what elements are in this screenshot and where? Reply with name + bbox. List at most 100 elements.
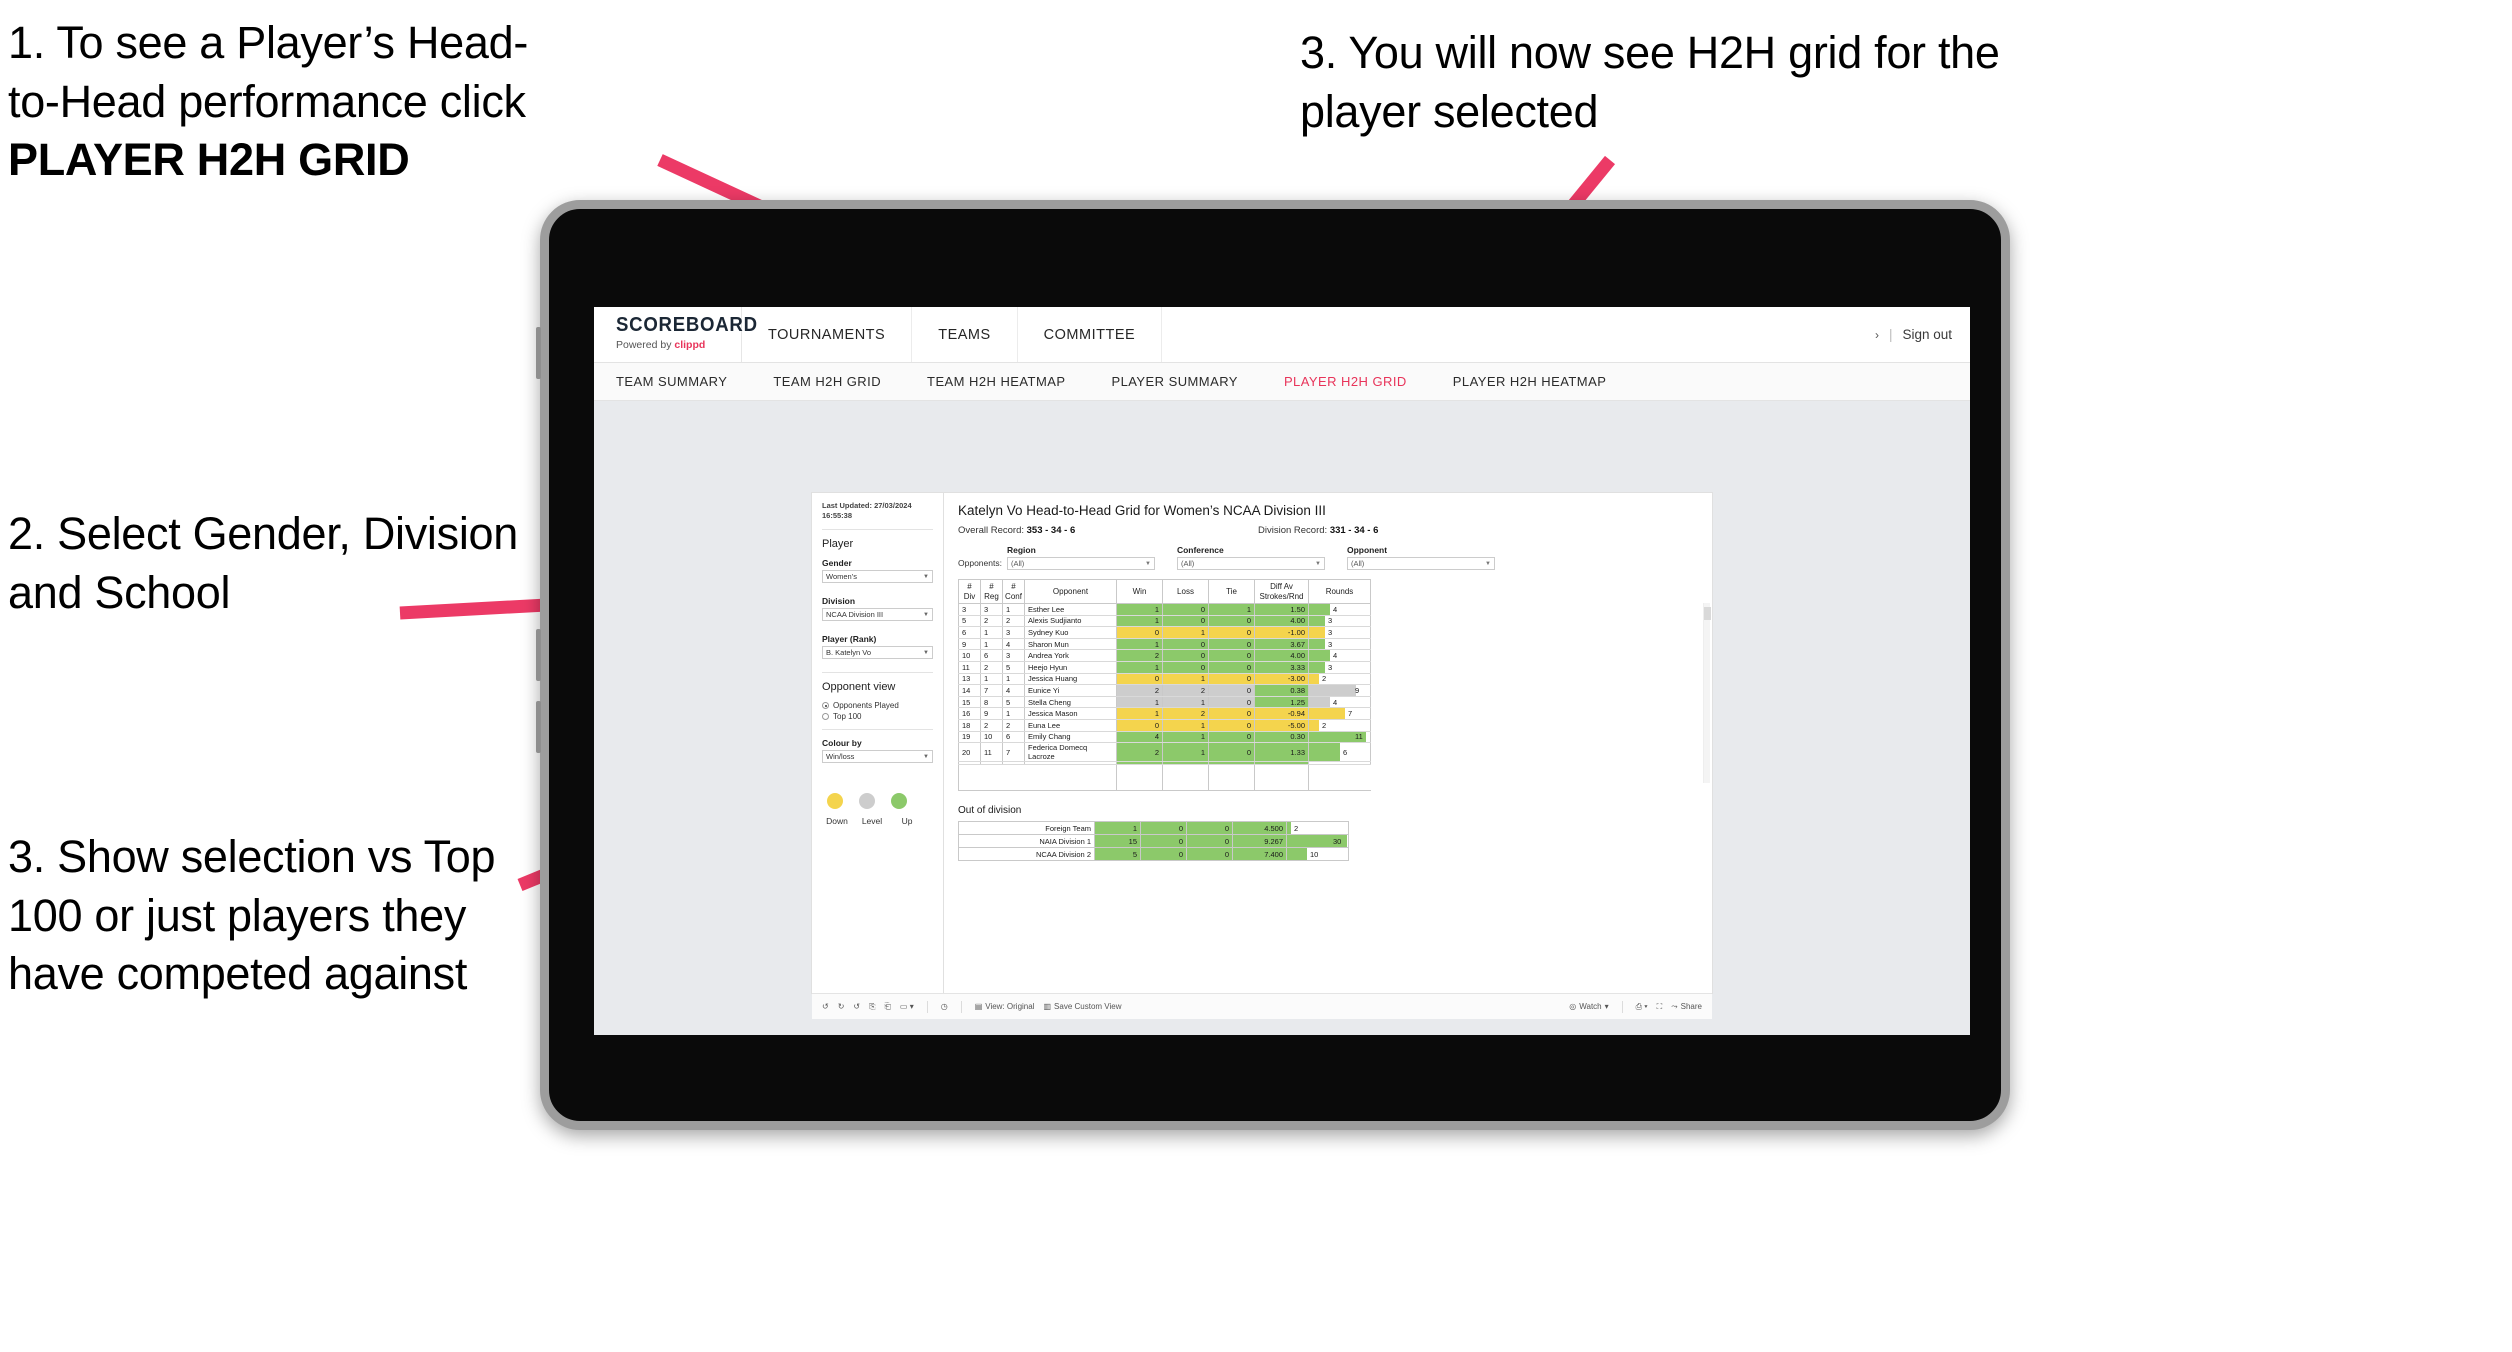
cell-tie: 0 (1186, 834, 1233, 849)
col-loss[interactable]: Loss (1162, 579, 1209, 604)
col-win[interactable]: Win (1116, 579, 1163, 604)
app-header: SCOREBOARD Powered by clippd TOURNAMENTS… (594, 307, 1970, 363)
out-of-division-row[interactable]: Foreign Team 1 0 0 4.500 2 (958, 821, 1349, 836)
scoreboard-logo[interactable]: SCOREBOARD Powered by clippd (594, 307, 757, 362)
topnav-item-teams[interactable]: TEAMS (912, 307, 1018, 362)
table-row[interactable]: 14 7 4 Eunice Yi 2 2 0 0.38 9 (958, 684, 1371, 697)
subnav-item-team-summary[interactable]: TEAM SUMMARY (616, 374, 727, 389)
col-tie[interactable]: Tie (1208, 579, 1255, 604)
division-select[interactable]: NCAA Division III ▼ (822, 608, 933, 622)
cell-loss: 0 (1140, 847, 1187, 862)
opponent-select[interactable]: (All) ▼ (1346, 557, 1495, 570)
cell-rounds: 4 (1308, 649, 1371, 662)
table-row[interactable]: 15 8 5 Stella Cheng 1 1 0 1.25 4 (958, 696, 1371, 709)
col-rounds[interactable]: Rounds (1308, 579, 1371, 604)
topnav-item-committee[interactable]: COMMITTEE (1018, 307, 1163, 362)
subnav-item-team-h2h-grid[interactable]: TEAM H2H GRID (773, 374, 881, 389)
cell-opponent: Federica Domecq Lacroze (1024, 742, 1117, 763)
chevron-right-icon[interactable]: › (1875, 328, 1879, 342)
filler-rounds (1308, 764, 1371, 792)
topnav-item-tournaments[interactable]: TOURNAMENTS (742, 307, 913, 362)
table-scrollbar[interactable] (1703, 603, 1711, 783)
cell-tie: 0 (1208, 684, 1255, 697)
table-row[interactable]: 18 2 2 Euna Lee 0 1 0 -5.00 2 (958, 719, 1371, 732)
table-row[interactable]: 10 6 3 Andrea York 2 0 0 4.00 4 (958, 649, 1371, 662)
division-record: Division Record: 331 - 34 - 6 (1258, 525, 1378, 536)
cell-win: 2 (1116, 684, 1163, 697)
radio-top-100[interactable]: Top 100 (822, 712, 933, 721)
cell-rounds: 10 (1286, 847, 1349, 862)
subnav-item-player-h2h-grid[interactable]: PLAYER H2H GRID (1284, 374, 1407, 389)
radio-icon-selected (822, 702, 829, 710)
device-layout-icon[interactable]: ▭ ▾ (900, 1002, 914, 1011)
view-original-button[interactable]: ▤ View: Original (975, 1002, 1035, 1011)
opponents-label: Opponents: (958, 558, 1002, 568)
col-conf[interactable]: # Conf (1002, 579, 1025, 604)
refresh-icon[interactable]: ⎘ (869, 1002, 875, 1012)
cell-tie: 0 (1208, 661, 1255, 674)
table-row[interactable]: 9 1 4 Sharon Mun 1 0 0 3.67 3 (958, 638, 1371, 651)
cell-conf: 4 (1002, 684, 1025, 697)
region-select[interactable]: (All) ▼ (1006, 557, 1155, 570)
opponent-view-heading: Opponent view (822, 681, 896, 694)
table-row[interactable]: 20 11 7 Federica Domecq Lacroze 2 1 0 1.33 6 (958, 742, 1371, 763)
gender-select[interactable]: Women’s ▼ (822, 570, 933, 584)
watch-button[interactable]: ◎ Watch ▾ (1569, 1002, 1608, 1011)
cell-diff: 1.50 (1254, 603, 1309, 616)
cell-tie: 0 (1208, 638, 1255, 651)
col-diff[interactable]: Diff Av Strokes/Rnd (1254, 579, 1309, 604)
region-label: Region (1006, 545, 1036, 555)
cell-win: 1 (1116, 661, 1163, 674)
share-label: Share (1680, 1002, 1702, 1011)
cell-loss: 0 (1162, 638, 1209, 651)
subnav-item-player-h2h-heatmap[interactable]: PLAYER H2H HEATMAP (1453, 374, 1607, 389)
cell-tie: 0 (1208, 626, 1255, 639)
table-row[interactable]: 5 2 2 Alexis Sudjianto 1 0 0 4.00 3 (958, 615, 1371, 628)
scrollbar-thumb[interactable] (1704, 607, 1711, 620)
download-icon[interactable]: ⎙ ▾ (1636, 1002, 1648, 1012)
table-row[interactable]: 3 3 1 Esther Lee 1 0 1 1.50 4 (958, 603, 1371, 616)
out-of-division-body: Foreign Team 1 0 0 4.500 2 NAIA Division 1 15 0 0… (958, 821, 1349, 862)
out-of-division-row[interactable]: NCAA Division 2 5 0 0 7.400 10 (958, 847, 1349, 862)
cell-diff: -3.00 (1254, 673, 1309, 686)
filler-win (1116, 764, 1163, 792)
col-reg[interactable]: # Reg (980, 579, 1003, 604)
table-row[interactable]: 11 2 5 Heejo Hyun 1 0 0 3.33 3 (958, 661, 1371, 674)
table-row[interactable]: 19 10 6 Emily Chang 4 1 0 0.30 11 (958, 731, 1371, 744)
table-row[interactable]: 13 1 1 Jessica Huang 0 1 0 -3.00 2 (958, 673, 1371, 686)
save-custom-view-button[interactable]: ▥ Save Custom View (1043, 1002, 1121, 1011)
conference-select[interactable]: (All) ▼ (1176, 557, 1325, 570)
subnav-item-team-h2h-heatmap[interactable]: TEAM H2H HEATMAP (927, 374, 1065, 389)
history-icon[interactable]: ◷ (941, 1002, 948, 1011)
cell-opponent: Esther Lee (1024, 603, 1117, 616)
col-opponent[interactable]: Opponent (1024, 579, 1117, 604)
undo-icon[interactable]: ↺ (822, 1002, 829, 1011)
cell-diff: 9.267 (1232, 834, 1287, 849)
cell-win: 1 (1116, 638, 1163, 651)
sign-out-link[interactable]: Sign out (1902, 327, 1952, 342)
chevron-down-icon: ▼ (1145, 560, 1151, 567)
cell-diff: 4.00 (1254, 615, 1309, 628)
divider (960, 1000, 962, 1013)
out-of-division-row[interactable]: NAIA Division 1 15 0 0 9.267 30 (958, 834, 1349, 849)
col-div[interactable]: # Div (958, 579, 981, 604)
table-row[interactable]: 6 1 3 Sydney Kuo 0 1 0 -1.00 3 (958, 626, 1371, 639)
subnav-item-player-summary[interactable]: PLAYER SUMMARY (1111, 374, 1237, 389)
cell-opponent: Stella Cheng (1024, 696, 1117, 709)
share-button[interactable]: ⤳ Share (1671, 1002, 1702, 1012)
cell-loss: 0 (1140, 821, 1187, 836)
division-record-label: Division Record: (1258, 525, 1328, 536)
colour-by-select[interactable]: Win/loss ▼ (822, 750, 933, 764)
fullscreen-icon[interactable]: ⛶ (1657, 1002, 1663, 1012)
player-rank-select[interactable]: B. Katelyn Vo ▼ (822, 646, 933, 660)
pause-icon[interactable]: ⎗ (885, 1002, 891, 1012)
revert-icon[interactable]: ↺ (853, 1002, 860, 1011)
table-row[interactable]: 16 9 1 Jessica Mason 1 2 0 -0.94 7 (958, 707, 1371, 720)
division-label: Division (822, 596, 856, 607)
cell-reg: 7 (980, 684, 1003, 697)
cell-opponent: Jessica Mason (1024, 707, 1117, 720)
redo-icon[interactable]: ↻ (838, 1002, 845, 1011)
cell-diff: 1.25 (1254, 696, 1309, 709)
out-of-division-title: Out of division (958, 805, 1022, 817)
radio-opponents-played[interactable]: Opponents Played (822, 701, 933, 710)
